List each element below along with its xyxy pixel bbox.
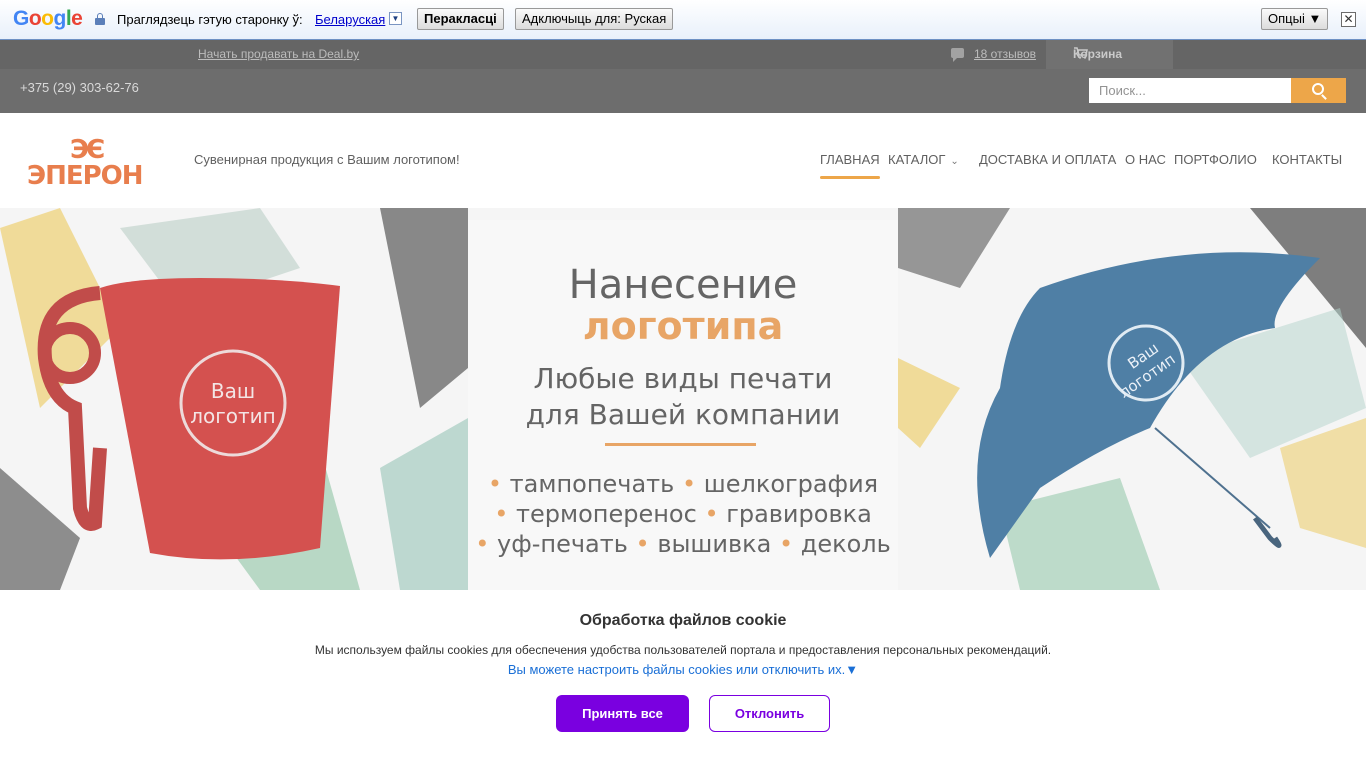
chevron-down-icon: ⌄ <box>950 156 959 167</box>
decline-button[interactable]: Отклонить <box>709 695 830 732</box>
cookie-panel: Обработка файлов cookie Мы используем фа… <box>0 590 1366 768</box>
lock-icon <box>95 13 105 25</box>
nav-delivery[interactable]: Доставка и оплата <box>979 152 1116 167</box>
cart-icon <box>1074 47 1088 59</box>
banner-subtitle-2: для Вашей компании <box>525 398 841 431</box>
banner-title-2: логотипа <box>582 304 784 348</box>
start-selling-link[interactable]: Начать продавать на Deal.by <box>198 47 359 61</box>
nav-portfolio[interactable]: Портфолио <box>1174 152 1257 167</box>
banner-subtitle-1: Любые виды печати <box>533 362 833 395</box>
nav-contacts[interactable]: Контакты <box>1272 152 1342 167</box>
translate-button[interactable]: Перакласці <box>417 8 504 30</box>
cookie-text: Мы используем файлы cookies для обеспече… <box>314 643 1052 657</box>
nav-about[interactable]: О нас <box>1125 152 1166 167</box>
banner-text-card: Нанесение логотипа Любые виды печати для… <box>468 220 898 590</box>
google-logo: Google <box>13 7 83 30</box>
mug-text-1: Ваш <box>211 379 255 403</box>
phone-number[interactable]: +375 (29) 303-62-76 <box>20 80 139 95</box>
language-select[interactable]: Беларуская <box>315 12 385 27</box>
cart-button[interactable]: Корзина <box>1046 40 1173 69</box>
banner-divider <box>605 443 756 446</box>
tagline: Сувенирная продукция с Вашим логотипом! <box>194 152 460 167</box>
translate-prompt: Праглядзець гэтую старонку ў: <box>117 12 303 27</box>
comment-icon <box>951 48 964 62</box>
banner-methods-row: • тампопечать • шелкография <box>487 470 879 498</box>
search-button[interactable] <box>1291 78 1346 103</box>
options-button[interactable]: Опцыі ▼ <box>1261 8 1329 30</box>
top-bar: Начать продавать на Deal.by 18 отзывов К… <box>0 40 1366 69</box>
hero-banner[interactable]: Ваш логотип Ваш логотип Нанесение логоти… <box>0 208 1366 590</box>
logo[interactable]: ЭПЕРОН <box>27 161 144 191</box>
banner-methods-row: • уф-печать • вышивка • деколь <box>475 530 891 558</box>
nav-catalog[interactable]: Каталог ⌄ <box>888 152 959 167</box>
nav-home[interactable]: Главная <box>820 152 880 179</box>
disable-translate-button[interactable]: Адключыць для: Руская <box>515 8 674 30</box>
cookie-title: Обработка файлов cookie <box>579 612 787 629</box>
banner-title-1: Нанесение <box>568 262 798 308</box>
banner-methods-row: • термоперенос • гравировка <box>494 500 872 528</box>
accept-all-button[interactable]: Принять все <box>556 695 689 732</box>
reviews-link[interactable]: 18 отзывов <box>974 47 1036 61</box>
mug-text-2: логотип <box>190 404 276 428</box>
translate-bar: Google Праглядзець гэтую старонку ў: Бел… <box>0 0 1366 40</box>
search-input[interactable] <box>1089 78 1292 103</box>
close-icon[interactable]: ✕ <box>1341 12 1356 27</box>
nav-catalog-label: Каталог <box>888 152 946 167</box>
phone-bar: +375 (29) 303-62-76 <box>0 69 1366 113</box>
chevron-down-icon[interactable]: ▼ <box>389 12 402 25</box>
cookie-settings-link[interactable]: Вы можете настроить файлы cookies или от… <box>0 662 1366 677</box>
site-header: ЭЄ ЭПЕРОН Сувенирная продукция с Вашим л… <box>0 113 1366 208</box>
